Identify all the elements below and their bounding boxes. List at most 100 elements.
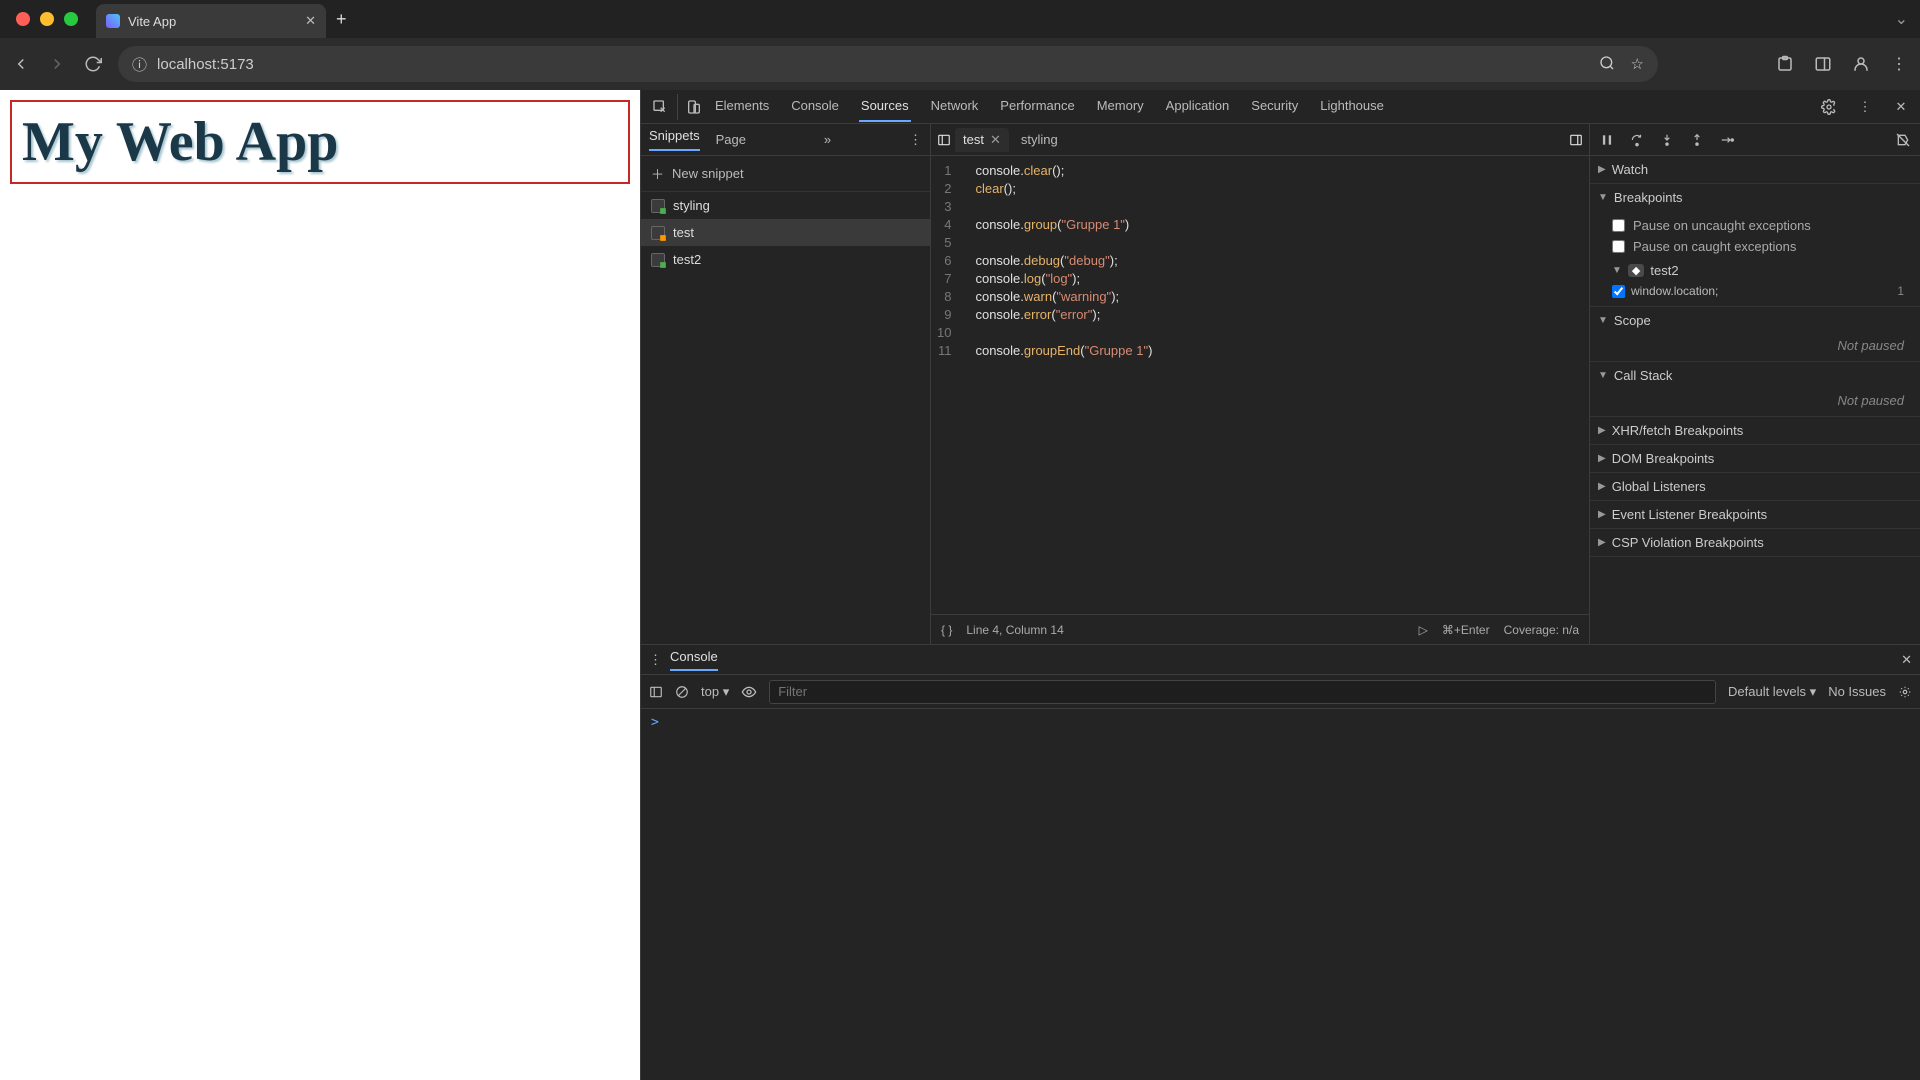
breakpoint-badge-icon: ◆ [1628, 264, 1644, 277]
line-numbers: 1234567891011 [931, 156, 961, 614]
reload-button[interactable] [82, 53, 104, 75]
nav-bar: ⓘ localhost:5173 ☆ ⋮ [0, 38, 1920, 90]
breakpoint-item[interactable]: window.location; 1 [1612, 284, 1912, 298]
step-out-icon[interactable] [1688, 131, 1706, 149]
tab-bar: Vite App ✕ + ⌄ [0, 0, 1920, 38]
tab-memory[interactable]: Memory [1095, 91, 1146, 122]
toggle-sidebar-icon[interactable] [649, 685, 663, 699]
context-selector[interactable]: top ▾ [701, 684, 729, 700]
callstack-state: Not paused [1612, 393, 1912, 408]
back-button[interactable] [10, 53, 32, 75]
close-drawer-icon[interactable]: ✕ [1901, 652, 1912, 668]
live-expression-icon[interactable] [741, 684, 757, 700]
gear-icon[interactable] [1816, 94, 1842, 120]
scope-state: Not paused [1612, 338, 1912, 353]
callstack-header[interactable]: ▼Call Stack [1590, 362, 1920, 389]
tab-lighthouse[interactable]: Lighthouse [1318, 91, 1386, 122]
side-panel-icon[interactable] [1812, 53, 1834, 75]
drawer-more-icon[interactable]: ⋮ [649, 652, 662, 668]
console-filter-input[interactable] [769, 680, 1716, 704]
breakpoint-checkbox[interactable] [1612, 285, 1625, 298]
close-editor-tab-icon[interactable]: ✕ [990, 132, 1001, 148]
resume-icon[interactable] [1598, 131, 1616, 149]
csp-header[interactable]: ▶CSP Violation Breakpoints [1590, 529, 1920, 556]
menu-icon[interactable]: ⋮ [1888, 53, 1910, 75]
browser-tab[interactable]: Vite App ✕ [96, 4, 326, 38]
step-into-icon[interactable] [1658, 131, 1676, 149]
close-window-icon[interactable] [16, 12, 30, 26]
maximize-window-icon[interactable] [64, 12, 78, 26]
snippet-label: styling [673, 198, 710, 213]
dom-breakpoints-section: ▶DOM Breakpoints [1590, 445, 1920, 473]
tab-network[interactable]: Network [929, 91, 981, 122]
site-info-icon[interactable]: ⓘ [132, 54, 147, 75]
minimize-window-icon[interactable] [40, 12, 54, 26]
xhr-breakpoints-section: ▶XHR/fetch Breakpoints [1590, 417, 1920, 445]
zoom-icon[interactable] [1599, 55, 1615, 73]
device-toolbar-icon[interactable] [677, 94, 703, 120]
nav-more-icon[interactable]: ⋮ [909, 132, 922, 148]
event-header[interactable]: ▶Event Listener Breakpoints [1590, 501, 1920, 528]
sources-pane: Snippets Page » ⋮ ＋ New snippet styling … [641, 124, 1920, 644]
dom-header[interactable]: ▶DOM Breakpoints [1590, 445, 1920, 472]
toggle-navigator-icon[interactable] [937, 133, 951, 147]
issues-label[interactable]: No Issues [1828, 684, 1886, 699]
editor-tab-test[interactable]: test ✕ [955, 128, 1009, 152]
tab-security[interactable]: Security [1249, 91, 1300, 122]
snippet-item-test[interactable]: test [641, 219, 930, 246]
section-label: Event Listener Breakpoints [1612, 507, 1767, 522]
more-icon[interactable]: ⋮ [1852, 94, 1878, 120]
console-prompt[interactable] [641, 709, 1920, 736]
page-box: My Web App [10, 100, 630, 184]
extensions-icon[interactable] [1774, 53, 1796, 75]
close-devtools-icon[interactable]: ✕ [1888, 94, 1914, 120]
drawer-tab-console[interactable]: Console [670, 649, 718, 671]
run-snippet-icon[interactable]: ▷ [1419, 623, 1428, 637]
editor-tab-bar: test ✕ styling [931, 124, 1589, 156]
nav-tab-page[interactable]: Page [716, 132, 746, 147]
favicon-icon [106, 14, 120, 28]
bookmark-icon[interactable]: ☆ [1631, 55, 1644, 73]
watch-header[interactable]: ▶Watch [1590, 156, 1920, 183]
tab-performance[interactable]: Performance [998, 91, 1076, 122]
nav-tab-overflow-icon[interactable]: » [824, 132, 831, 147]
editor-tab-styling[interactable]: styling [1013, 128, 1066, 151]
tab-application[interactable]: Application [1164, 91, 1232, 122]
scope-header[interactable]: ▼Scope [1590, 307, 1920, 334]
tab-sources[interactable]: Sources [859, 91, 911, 122]
new-tab-button[interactable]: + [336, 9, 347, 30]
code-content[interactable]: console.clear();clear(); console.group("… [961, 156, 1152, 614]
tab-elements[interactable]: Elements [713, 91, 771, 122]
xhr-header[interactable]: ▶XHR/fetch Breakpoints [1590, 417, 1920, 444]
log-levels-selector[interactable]: Default levels ▾ [1728, 684, 1816, 700]
devtools-tabs: Elements Console Sources Network Perform… [713, 91, 1386, 122]
step-over-icon[interactable] [1628, 131, 1646, 149]
console-drawer: ⋮ Console ✕ top ▾ Default levels ▾ No Is… [641, 644, 1920, 1080]
nav-tab-snippets[interactable]: Snippets [649, 128, 700, 151]
step-icon[interactable] [1718, 131, 1736, 149]
console-settings-icon[interactable] [1898, 685, 1912, 699]
breakpoints-header[interactable]: ▼Breakpoints [1590, 184, 1920, 211]
section-label: Watch [1612, 162, 1648, 177]
pause-caught-checkbox[interactable]: Pause on caught exceptions [1612, 236, 1912, 257]
pretty-print-icon[interactable]: { } [941, 623, 952, 637]
section-label: Global Listeners [1612, 479, 1706, 494]
inspect-element-icon[interactable] [647, 94, 673, 120]
new-snippet-button[interactable]: ＋ New snippet [641, 156, 930, 192]
bp-group-test2[interactable]: ▼◆test2 [1612, 257, 1912, 284]
tab-console[interactable]: Console [789, 91, 841, 122]
global-header[interactable]: ▶Global Listeners [1590, 473, 1920, 500]
snippet-item-test2[interactable]: test2 [641, 246, 930, 273]
tab-overflow-icon[interactable]: ⌄ [1895, 9, 1920, 29]
close-tab-icon[interactable]: ✕ [305, 13, 316, 29]
profile-icon[interactable] [1850, 53, 1872, 75]
clear-console-icon[interactable] [675, 685, 689, 699]
code-editor[interactable]: 1234567891011 console.clear();clear(); c… [931, 156, 1589, 614]
forward-button[interactable] [46, 53, 68, 75]
pause-uncaught-checkbox[interactable]: Pause on uncaught exceptions [1612, 215, 1912, 236]
snippet-file-icon [651, 253, 665, 267]
toggle-debugger-icon[interactable] [1569, 133, 1583, 147]
deactivate-breakpoints-icon[interactable] [1894, 131, 1912, 149]
address-bar[interactable]: ⓘ localhost:5173 ☆ [118, 46, 1658, 82]
snippet-item-styling[interactable]: styling [641, 192, 930, 219]
